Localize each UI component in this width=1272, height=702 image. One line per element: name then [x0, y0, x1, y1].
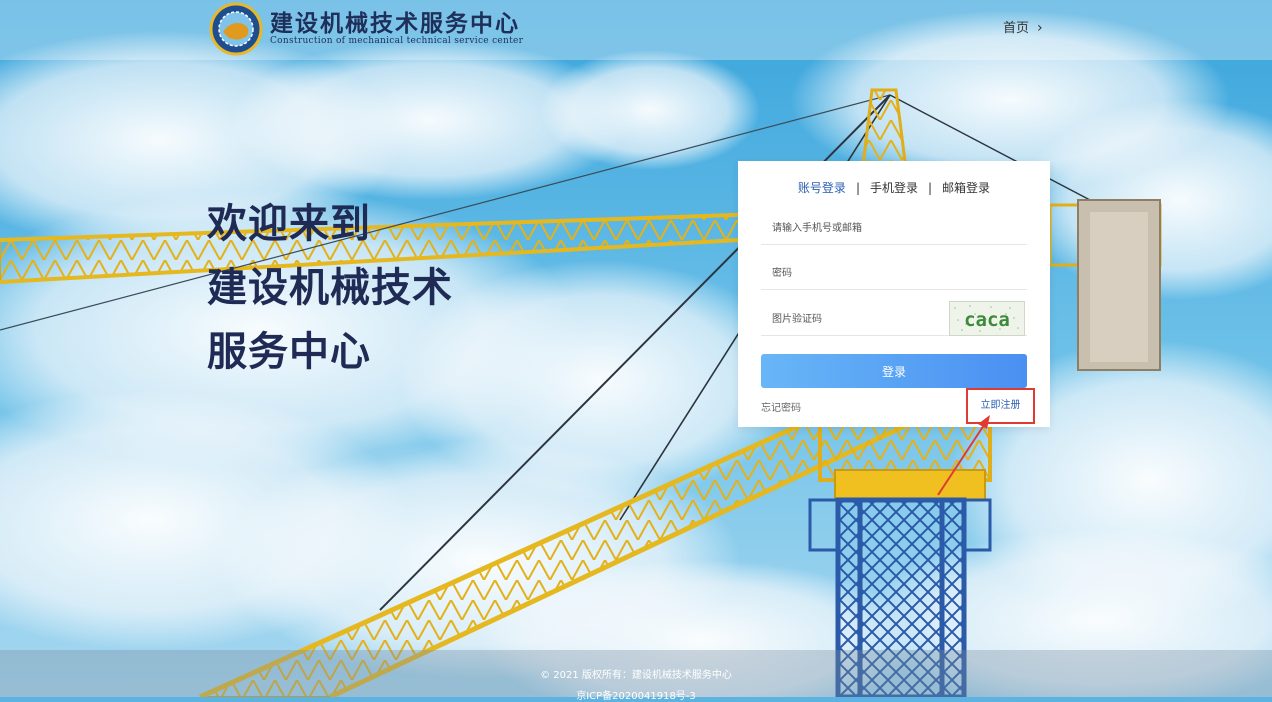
tab-email-login[interactable]: 邮箱登录	[942, 181, 990, 195]
welcome-line-1: 欢迎来到	[207, 201, 371, 247]
footer-copyright: © 2021 版权所有：建设机械技术服务中心	[540, 670, 732, 681]
username-field-row	[761, 209, 1027, 245]
top-header: 建设机械技术服务中心 Construction of mechanical te…	[0, 0, 1272, 60]
footer-icp-number[interactable]: 京ICP备2020041918号-3	[0, 687, 1272, 702]
gear-globe-logo-icon[interactable]	[209, 2, 263, 56]
nav-home-link[interactable]: 首页 ›	[1003, 17, 1043, 36]
welcome-line-2: 建设机械技术	[207, 265, 453, 311]
footer: © 2021 版权所有：建设机械技术服务中心 京ICP备2020041918号-…	[0, 650, 1272, 702]
brand-name-en: Construction of mechanical technical ser…	[270, 36, 524, 46]
captcha-input[interactable]	[761, 304, 942, 334]
captcha-text: caca	[964, 309, 1010, 331]
tab-separator: |	[928, 181, 933, 195]
tab-separator: |	[855, 181, 860, 195]
brand-name-cn: 建设机械技术服务中心	[270, 10, 520, 37]
password-input[interactable]	[761, 258, 942, 288]
background-scene	[0, 0, 1272, 697]
forgot-password-link[interactable]: 忘记密码	[761, 399, 801, 414]
welcome-heading: 欢迎来到 建设机械技术 服务中心	[207, 192, 453, 384]
captcha-field-row: caca	[761, 300, 1027, 336]
welcome-line-3: 服务中心	[207, 329, 371, 375]
tab-account-login[interactable]: 账号登录	[798, 181, 846, 195]
nav-home-label: 首页	[1003, 21, 1030, 36]
username-input[interactable]	[761, 213, 942, 243]
captcha-image[interactable]: caca	[949, 301, 1025, 336]
password-field-row	[761, 254, 1027, 290]
login-submit-button[interactable]: 登录	[761, 354, 1027, 388]
tab-phone-login[interactable]: 手机登录	[870, 181, 918, 195]
login-tabs: 账号登录 | 手机登录 | 邮箱登录	[738, 179, 1050, 196]
login-card: 账号登录 | 手机登录 | 邮箱登录 caca 登录 忘记密码 立即注册	[738, 161, 1050, 427]
chevron-right-icon: ›	[1037, 20, 1043, 36]
register-now-link[interactable]: 立即注册	[966, 388, 1035, 424]
